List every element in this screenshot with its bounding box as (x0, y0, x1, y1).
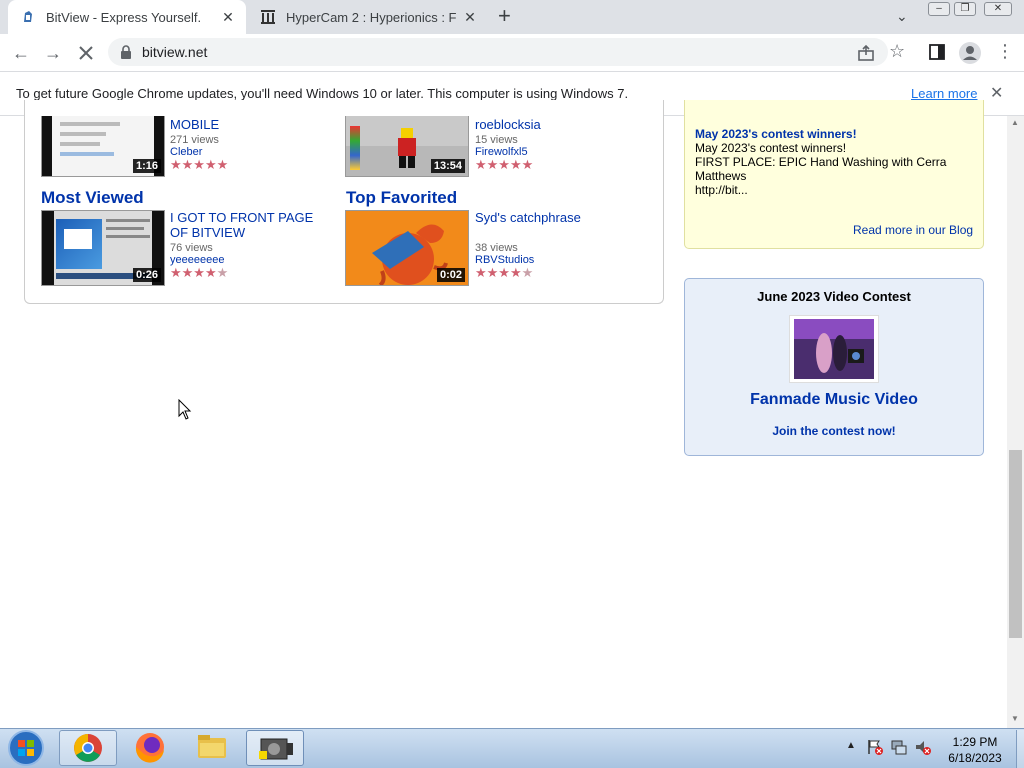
video-title-link[interactable]: Syd's catchphrase (475, 210, 581, 225)
url-text[interactable]: bitview.net (142, 44, 207, 60)
new-tab-button[interactable]: + (498, 5, 511, 27)
taskbar-explorer-button[interactable] (184, 730, 242, 766)
lock-icon[interactable] (120, 45, 132, 59)
video-duration: 1:16 (132, 159, 161, 173)
folder-icon (198, 735, 226, 758)
minimize-button[interactable]: – (928, 2, 950, 16)
hypercam-icon (259, 738, 293, 760)
taskbar-firefox-button[interactable] (122, 730, 180, 766)
back-arrow-icon[interactable]: ← (10, 42, 32, 64)
firefox-icon (135, 733, 164, 763)
blog-text-line: http://bit... (695, 183, 748, 197)
tab-label: HyperCam 2 : Hyperionics : Free (286, 9, 456, 25)
tab-search-chevron-icon[interactable]: ⌄ (896, 8, 908, 25)
taskbar-clock[interactable]: 1:29 PM 6/18/2023 (940, 734, 1010, 766)
video-views: 38 views (475, 242, 518, 254)
read-more-link[interactable]: Read more in our Blog (853, 223, 973, 237)
share-icon[interactable] (857, 44, 875, 62)
video-duration: 13:54 (430, 159, 465, 173)
start-button-icon[interactable] (6, 730, 46, 766)
video-thumbnail[interactable]: 1:16 (41, 116, 165, 177)
video-title-link[interactable]: roeblocksia (475, 117, 541, 132)
taskbar-chrome-button[interactable] (59, 730, 117, 766)
contest-name-link[interactable]: Fanmade Music Video (684, 391, 984, 409)
chrome-icon (74, 734, 102, 762)
top-favorited-heading[interactable]: Top Favorited (346, 188, 457, 208)
infobar-message: To get future Google Chrome updates, you… (16, 86, 629, 101)
most-viewed-heading[interactable]: Most Viewed (41, 188, 144, 208)
close-tab-icon[interactable]: ✕ (462, 9, 478, 25)
video-views: 76 views (170, 242, 213, 254)
video-thumbnail[interactable]: 0:02 (345, 210, 469, 286)
star-rating: ★★★★★ (170, 265, 229, 280)
tab-bitview[interactable]: BitView - Express Yourself. ✕ (8, 0, 246, 34)
video-duration: 0:02 (436, 268, 465, 282)
clock-time: 1:29 PM (952, 735, 998, 749)
video-views: 15 views (475, 134, 518, 146)
forward-arrow-icon[interactable]: → (42, 42, 64, 64)
profile-avatar-icon[interactable] (959, 42, 981, 64)
infobar-close-icon[interactable]: ✕ (990, 83, 1003, 103)
address-bar[interactable] (108, 38, 888, 66)
scroll-up-arrow-icon[interactable]: ▲ (1011, 118, 1019, 127)
tab-label: BitView - Express Yourself. (46, 9, 202, 25)
contest-thumbnail[interactable] (789, 315, 879, 383)
tab-hypercam[interactable]: HyperCam 2 : Hyperionics : Free ✕ (252, 0, 488, 34)
contest-title: June 2023 Video Contest (757, 289, 911, 304)
action-center-flag-icon[interactable] (866, 738, 884, 756)
tray-expand-icon[interactable]: ▲ (846, 740, 856, 751)
blog-heading-link[interactable]: May 2023's contest winners! (695, 127, 857, 141)
volume-muted-icon[interactable] (914, 738, 932, 756)
video-thumbnail[interactable]: 0:26 (41, 210, 165, 286)
bookmark-star-icon[interactable]: ☆ (889, 41, 905, 62)
video-views: 271 views (170, 134, 219, 146)
clock-date: 6/18/2023 (948, 751, 1002, 765)
bitview-favicon-icon (24, 11, 32, 22)
network-icon[interactable] (890, 738, 908, 756)
stop-loading-icon[interactable] (76, 43, 96, 63)
scroll-down-arrow-icon[interactable]: ▼ (1011, 714, 1019, 723)
contest-image (794, 319, 874, 379)
close-window-button[interactable]: ✕ (984, 2, 1012, 16)
learn-more-link[interactable]: Learn more (911, 86, 977, 101)
blog-text-line: Matthews (695, 169, 747, 183)
blog-text-line: FIRST PLACE: EPIC Hand Washing with Cerr… (695, 155, 947, 169)
close-tab-icon[interactable]: ✕ (220, 9, 236, 25)
restore-button[interactable]: ❐ (954, 2, 976, 16)
taskbar-hypercam-button[interactable] (246, 730, 304, 766)
blog-text-line: May 2023's contest winners! (695, 141, 847, 155)
archive-favicon-icon (261, 10, 275, 24)
menu-kebab-icon[interactable]: ⋮ (996, 42, 1014, 60)
scrollbar-thumb[interactable] (1009, 450, 1022, 638)
side-panel-icon[interactable] (929, 44, 945, 60)
video-duration: 0:26 (132, 268, 161, 282)
star-rating: ★★★★★ (475, 157, 534, 172)
mouse-pointer-icon (178, 399, 192, 420)
star-rating: ★★★★★ (475, 265, 534, 280)
join-contest-link[interactable]: Join the contest now! (684, 424, 984, 438)
video-title-link[interactable]: MOBILE (170, 117, 219, 132)
video-title-link[interactable]: I GOT TO FRONT PAGE OF BITVIEW (170, 210, 330, 240)
video-thumbnail[interactable]: 13:54 (345, 116, 469, 177)
star-rating: ★★★★★ (170, 157, 229, 172)
show-desktop-button[interactable] (1016, 730, 1024, 768)
